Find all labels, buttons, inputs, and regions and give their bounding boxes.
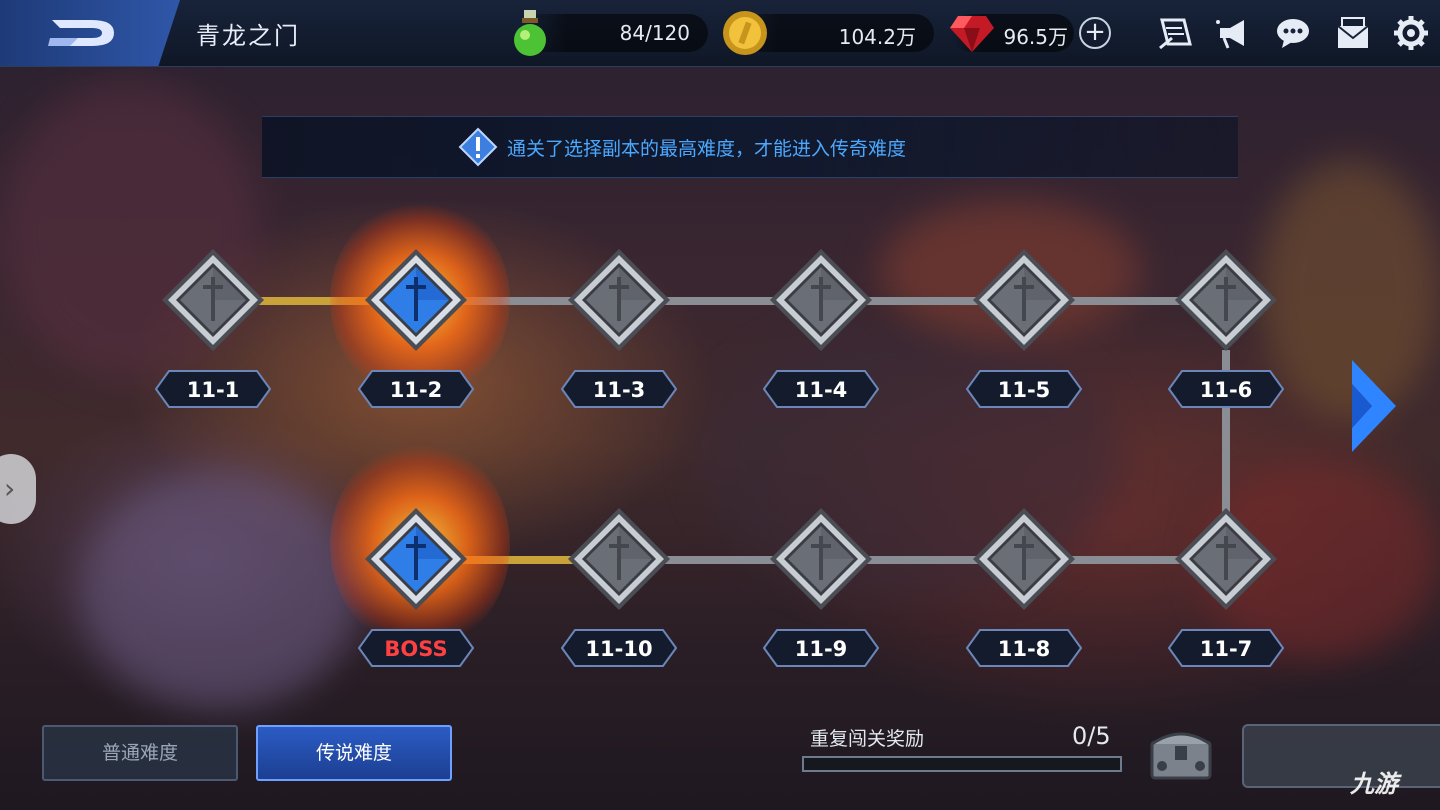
stage-label-text: 11-10 <box>585 637 653 661</box>
gold-value: 104.2万 <box>838 25 916 49</box>
megaphone-icon[interactable] <box>1214 14 1252 52</box>
gem-value: 96.5万 <box>1003 25 1068 49</box>
path-line <box>864 297 984 305</box>
stage-node[interactable] <box>1171 245 1281 355</box>
boss-stage-node[interactable] <box>361 504 471 614</box>
stage-label-text: 11-6 <box>1199 378 1253 402</box>
stage-label[interactable]: 11-3 <box>561 370 677 408</box>
stage-node[interactable] <box>1171 504 1281 614</box>
stage-label[interactable]: 11-6 <box>1168 370 1284 408</box>
stage-node[interactable] <box>969 504 1079 614</box>
top-bar: 青龙之门 84/120 104.2万 96.5万 + <box>0 0 1440 67</box>
back-button[interactable] <box>0 0 180 66</box>
settings-gear-icon[interactable] <box>1392 14 1430 52</box>
notice-banner: 通关了选择副本的最高难度，才能进入传奇难度 <box>262 116 1238 178</box>
stage-label-text: 11-1 <box>186 378 240 402</box>
stage-node[interactable] <box>766 245 876 355</box>
path-line <box>662 556 782 564</box>
stage-label[interactable]: BOSS <box>358 629 474 667</box>
info-warning-icon <box>458 127 498 167</box>
stage-label-text: 11-7 <box>1199 637 1253 661</box>
side-panel[interactable] <box>1242 724 1440 788</box>
sword-emblem-locked-icon <box>973 508 1075 610</box>
path-line <box>864 556 984 564</box>
repeat-reward-count: 0/5 <box>1072 722 1111 750</box>
stage-label-text: 11-8 <box>997 637 1051 661</box>
sword-emblem-locked-icon <box>973 249 1075 351</box>
quest-scroll-icon[interactable] <box>1156 14 1194 52</box>
stage-node[interactable] <box>361 245 471 355</box>
mail-icon[interactable] <box>1334 14 1372 52</box>
sword-emblem-locked-icon <box>1175 249 1277 351</box>
stage-label[interactable]: 11-1 <box>155 370 271 408</box>
chat-bubble-icon[interactable] <box>1274 14 1312 52</box>
gold-counter: 104.2万 <box>723 11 934 55</box>
sword-emblem-locked-icon <box>1175 508 1277 610</box>
stage-label[interactable]: 11-10 <box>561 629 677 667</box>
stage-node[interactable] <box>969 245 1079 355</box>
stage-node[interactable] <box>564 504 674 614</box>
path-line <box>1066 556 1186 564</box>
page-title: 青龙之门 <box>196 22 300 50</box>
repeat-reward-progress-bar <box>802 756 1122 772</box>
repeat-reward-label: 重复闯关奖励 <box>810 728 925 750</box>
sword-emblem-active-icon <box>365 249 467 351</box>
stage-label[interactable]: 11-7 <box>1168 629 1284 667</box>
ruby-icon <box>950 16 994 52</box>
stamina-value: 84/120 <box>619 21 690 45</box>
path-line <box>662 297 782 305</box>
gold-coin-icon <box>723 11 767 55</box>
sword-emblem-active-icon <box>365 508 467 610</box>
stage-node[interactable] <box>766 504 876 614</box>
stamina-counter: 84/120 <box>514 10 708 56</box>
chevron-right-icon: › <box>4 472 16 505</box>
stage-label-text: 11-3 <box>592 378 646 402</box>
stage-label-text: 11-9 <box>794 637 848 661</box>
stage-label[interactable]: 11-5 <box>966 370 1082 408</box>
back-logo-icon <box>48 20 114 46</box>
sword-emblem-locked-icon <box>568 249 670 351</box>
notice-text: 通关了选择副本的最高难度，才能进入传奇难度 <box>507 138 907 160</box>
treasure-chest-icon[interactable] <box>1148 724 1214 782</box>
sword-emblem-locked-icon <box>770 249 872 351</box>
gem-counter: 96.5万 <box>950 14 1074 52</box>
normal-difficulty-button[interactable]: 普通难度 <box>42 725 238 781</box>
stage-node[interactable] <box>158 245 268 355</box>
sword-emblem-locked-icon <box>162 249 264 351</box>
stage-node[interactable] <box>564 245 674 355</box>
legend-difficulty-button[interactable]: 传说难度 <box>256 725 452 781</box>
path-line <box>1066 297 1186 305</box>
stage-label[interactable]: 11-2 <box>358 370 474 408</box>
previous-page-button[interactable]: › <box>0 454 36 524</box>
next-page-arrow-icon[interactable] <box>1350 358 1398 454</box>
stage-label-text: BOSS <box>384 637 448 661</box>
sword-emblem-locked-icon <box>568 508 670 610</box>
stage-label[interactable]: 11-8 <box>966 629 1082 667</box>
stage-label-text: 11-4 <box>794 378 848 402</box>
stage-label-text: 11-5 <box>997 378 1051 402</box>
stage-label[interactable]: 11-4 <box>763 370 879 408</box>
watermark-logo: 九游 <box>1350 770 1398 798</box>
sword-emblem-locked-icon <box>770 508 872 610</box>
stage-label-text: 11-2 <box>389 378 443 402</box>
background-scenery <box>80 470 360 710</box>
add-gems-button[interactable]: + <box>1079 17 1111 49</box>
stage-label[interactable]: 11-9 <box>763 629 879 667</box>
potion-icon <box>514 10 546 56</box>
